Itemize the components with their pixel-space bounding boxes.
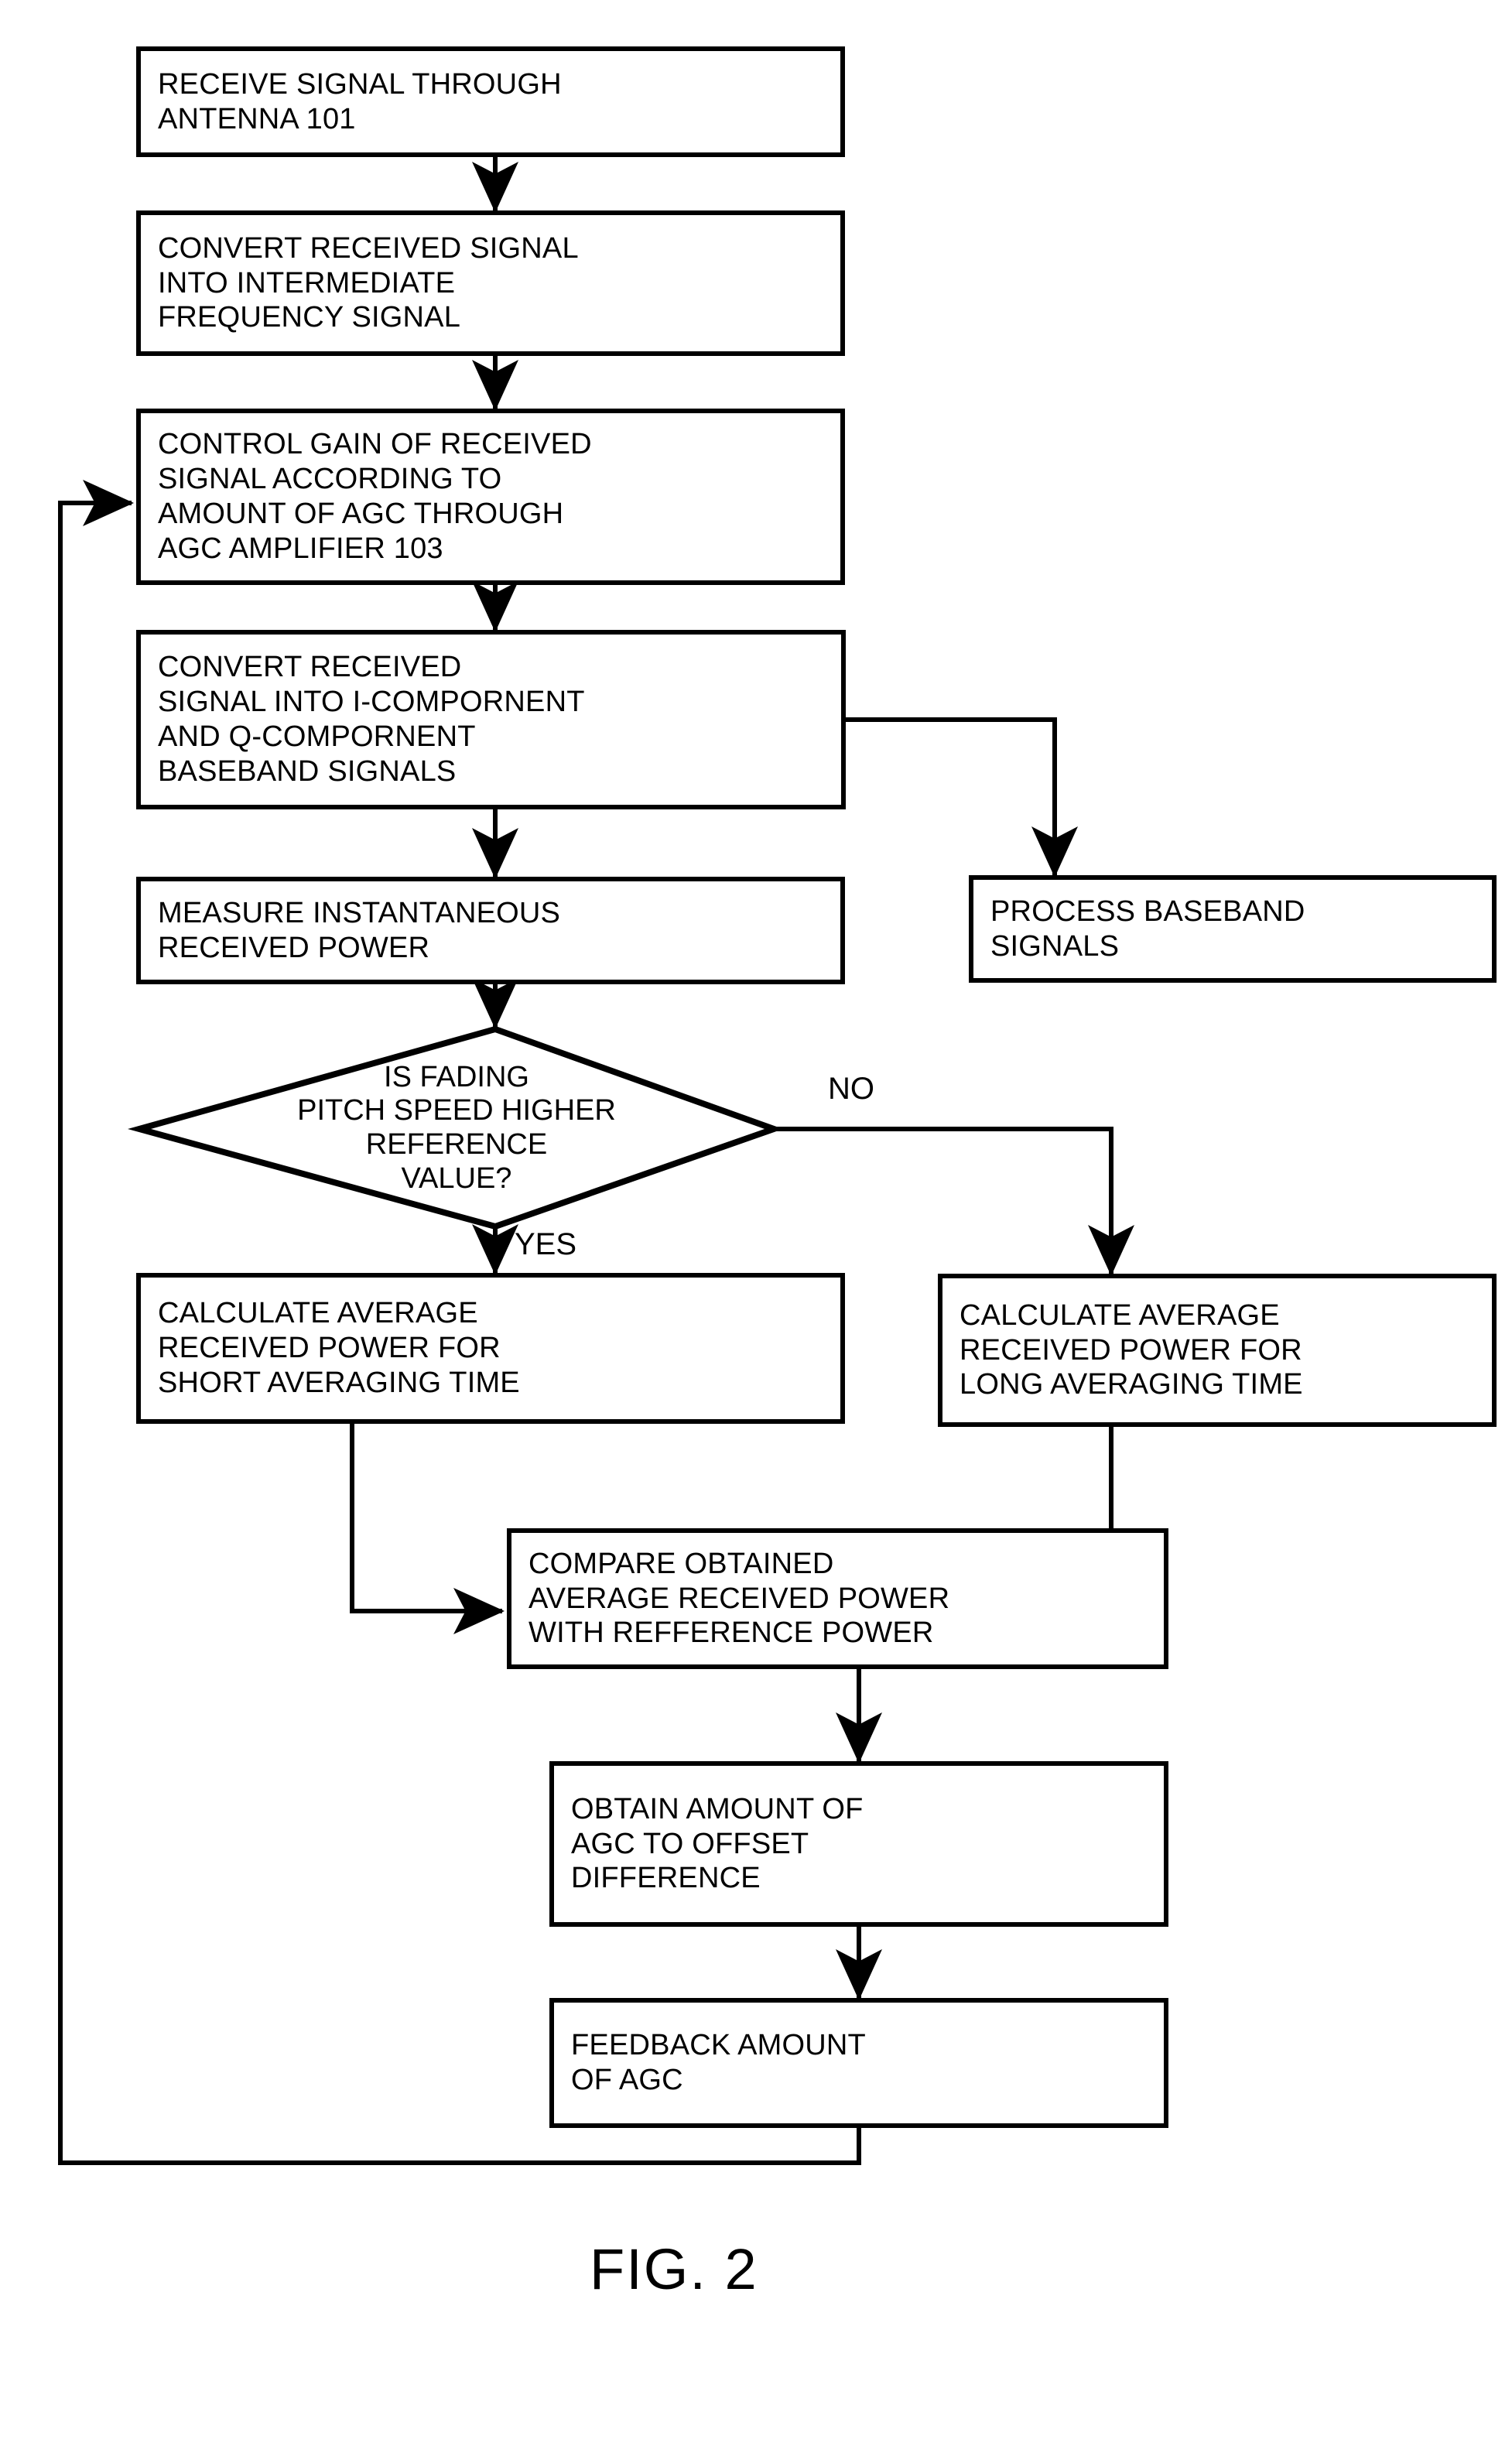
node-line: FREQUENCY SIGNAL xyxy=(158,301,461,334)
node-line: SIGNALS xyxy=(990,929,1120,963)
node-line: RECEIVED POWER FOR xyxy=(960,1333,1302,1367)
node-line: OF AGC xyxy=(571,2064,683,2096)
node-line: IS FADING xyxy=(384,1060,529,1093)
node-convert-intermediate-frequency[interactable]: CONVERT RECEIVED SIGNAL INTO INTERMEDIAT… xyxy=(136,210,845,356)
node-line: CONVERT RECEIVED xyxy=(158,651,462,684)
node-line: MEASURE INSTANTANEOUS xyxy=(158,896,561,929)
node-line: PITCH SPEED HIGHER xyxy=(297,1094,616,1127)
node-line: AVERAGE RECEIVED POWER xyxy=(529,1582,950,1615)
node-line: RECEIVED POWER FOR xyxy=(158,1332,501,1365)
node-calculate-average-long[interactable]: CALCULATE AVERAGE RECEIVED POWER FOR LON… xyxy=(938,1274,1497,1427)
edge-convertiq-to-processbaseband xyxy=(846,717,1078,877)
node-obtain-agc-amount[interactable]: OBTAIN AMOUNT OF AGC TO OFFSET DIFFERENC… xyxy=(549,1761,1168,1927)
node-line: LONG AVERAGING TIME xyxy=(960,1368,1303,1401)
edge-decision-no-to-calclong xyxy=(776,1127,1134,1276)
node-convert-iq-baseband[interactable]: CONVERT RECEIVED SIGNAL INTO I-COMPORNEN… xyxy=(136,630,846,809)
node-line: AND Q-COMPORNENT xyxy=(158,720,476,753)
edge-calcshort-to-compare xyxy=(350,1424,505,1634)
node-line: RECEIVE SIGNAL THROUGH xyxy=(158,67,562,101)
node-feedback-agc-amount[interactable]: FEEDBACK AMOUNT OF AGC xyxy=(549,1998,1168,2128)
node-line: AMOUNT OF AGC THROUGH xyxy=(158,498,564,530)
figure-page: RECEIVE SIGNAL THROUGH ANTENNA 101 CONVE… xyxy=(0,0,1512,2446)
node-line: SIGNAL ACCORDING TO xyxy=(158,463,502,496)
node-line: COMPARE OBTAINED xyxy=(529,1547,834,1580)
edge-label-yes: YES xyxy=(515,1227,577,1261)
node-line: CONTROL GAIN OF RECEIVED xyxy=(158,428,592,461)
node-line: REFERENCE xyxy=(365,1128,548,1161)
node-line: PROCESS BASEBAND xyxy=(990,895,1305,928)
node-fading-pitch-decision[interactable]: IS FADING PITCH SPEED HIGHER REFERENCE V… xyxy=(139,1029,774,1227)
node-line: AGC TO OFFSET xyxy=(571,1827,809,1860)
node-line: VALUE? xyxy=(401,1161,512,1195)
edge-label-no: NO xyxy=(828,1072,874,1106)
node-line: AGC AMPLIFIER 103 xyxy=(158,532,443,565)
node-line: SHORT AVERAGING TIME xyxy=(158,1366,520,1399)
node-receive-signal[interactable]: RECEIVE SIGNAL THROUGH ANTENNA 101 xyxy=(136,46,845,157)
node-line: WITH REFFERENCE POWER xyxy=(529,1616,934,1650)
node-process-baseband-signals[interactable]: PROCESS BASEBAND SIGNALS xyxy=(969,875,1497,983)
node-line: ANTENNA 101 xyxy=(158,102,356,135)
node-control-gain-agc-amplifier[interactable]: CONTROL GAIN OF RECEIVED SIGNAL ACCORDIN… xyxy=(136,409,845,585)
decision-text: IS FADING PITCH SPEED HIGHER REFERENCE V… xyxy=(297,1061,616,1196)
node-calculate-average-short[interactable]: CALCULATE AVERAGE RECEIVED POWER FOR SHO… xyxy=(136,1273,845,1424)
node-line: INTO INTERMEDIATE xyxy=(158,266,456,299)
node-line: FEEDBACK AMOUNT xyxy=(571,2029,866,2062)
node-line: SIGNAL INTO I-COMPORNENT xyxy=(158,686,585,719)
node-line: OBTAIN AMOUNT OF xyxy=(571,1792,864,1825)
node-line: CALCULATE AVERAGE xyxy=(960,1298,1280,1332)
node-measure-instantaneous-power[interactable]: MEASURE INSTANTANEOUS RECEIVED POWER xyxy=(136,877,845,984)
node-compare-average-power[interactable]: COMPARE OBTAINED AVERAGE RECEIVED POWER … xyxy=(507,1528,1168,1669)
node-line: CALCULATE AVERAGE xyxy=(158,1297,478,1330)
node-line: BASEBAND SIGNALS xyxy=(158,754,457,788)
node-line: CONVERT RECEIVED SIGNAL xyxy=(158,231,579,265)
figure-caption: FIG. 2 xyxy=(590,2237,758,2301)
node-line: DIFFERENCE xyxy=(571,1862,761,1895)
node-line: RECEIVED POWER xyxy=(158,931,430,964)
